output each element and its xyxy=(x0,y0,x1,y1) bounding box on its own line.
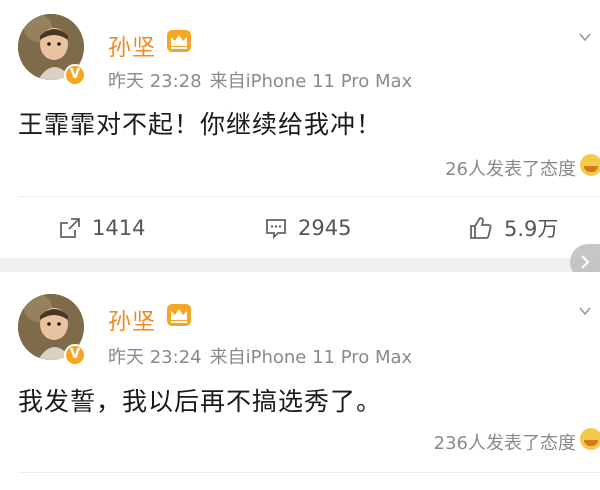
crown-icon[interactable] xyxy=(166,29,192,53)
post-content[interactable]: 我发誓，我以后再不搞选秀了。 xyxy=(18,382,382,418)
post-separator xyxy=(0,258,600,272)
repost-count: 1414 xyxy=(92,216,146,240)
post-meta: 昨天 23:24 来自iPhone 11 Pro Max xyxy=(108,343,420,369)
post-time: 昨天 23:28 xyxy=(108,71,202,92)
divider xyxy=(18,196,600,197)
post-card-2: V 孙坚 昨天 23:24 来自iPhone 11 Pro Max 我发誓，我以后… xyxy=(0,272,600,490)
verified-badge-icon: V xyxy=(64,344,86,366)
like-count: 5.9万 xyxy=(504,217,559,241)
comment-count: 2945 xyxy=(298,216,352,240)
post-content[interactable]: 王霏霏对不起！你继续给我冲！ xyxy=(18,105,382,141)
action-bar: 1414 2945 5.9万 xyxy=(0,208,600,248)
emoji-icon xyxy=(580,428,600,450)
divider xyxy=(18,472,600,473)
author-name[interactable]: 孙坚 xyxy=(108,302,156,336)
repost-button[interactable]: 1414 xyxy=(58,208,145,248)
post-source[interactable]: 来自iPhone 11 Pro Max xyxy=(210,71,413,92)
crown-icon[interactable] xyxy=(166,303,192,327)
post-card-1: V 孙坚 昨天 23:28 来自iPhone 11 Pro Max 王霏霏对不起！… xyxy=(0,0,600,258)
post-source[interactable]: 来自iPhone 11 Pro Max xyxy=(210,347,413,368)
chevron-down-icon[interactable] xyxy=(578,30,592,44)
like-button[interactable]: 5.9万 xyxy=(468,208,558,248)
emoji-icon xyxy=(580,154,600,176)
post-meta: 昨天 23:28 来自iPhone 11 Pro Max xyxy=(108,67,420,93)
repost-icon xyxy=(60,218,80,238)
verified-badge-icon: V xyxy=(64,64,86,86)
post-time: 昨天 23:24 xyxy=(108,347,202,368)
arrow-right-icon xyxy=(581,255,590,269)
chevron-down-icon[interactable] xyxy=(578,304,592,318)
author-name[interactable]: 孙坚 xyxy=(108,28,156,62)
reactions-summary[interactable]: 26人发表了态度 xyxy=(445,155,576,181)
comment-button[interactable]: 2945 xyxy=(264,208,351,248)
like-icon xyxy=(470,217,492,239)
reactions-summary[interactable]: 236人发表了态度 xyxy=(434,429,576,455)
comment-icon xyxy=(266,219,286,240)
